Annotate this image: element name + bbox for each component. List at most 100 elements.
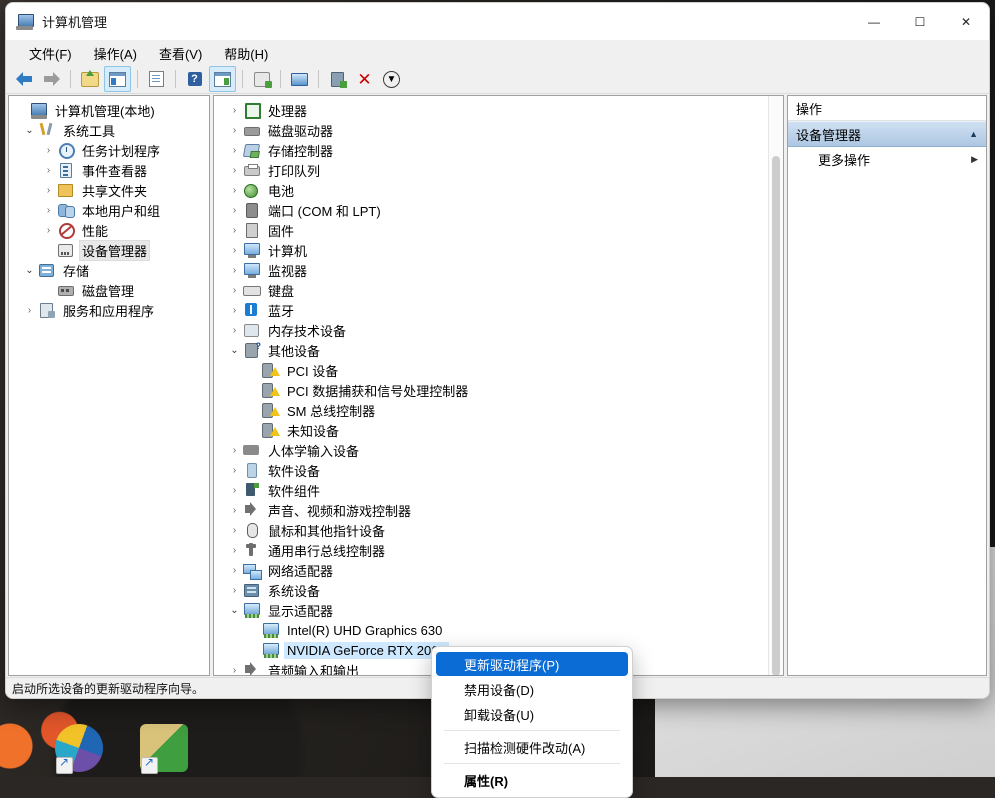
menu-view[interactable]: 查看(V) <box>148 42 213 65</box>
tree-item-性能[interactable]: ›性能 <box>9 220 209 240</box>
tree-item-sm-总线控制器[interactable]: SM 总线控制器 <box>214 400 767 420</box>
chevron-right-icon[interactable]: › <box>226 485 243 496</box>
uninstall-device-button[interactable]: ✕ <box>352 67 377 91</box>
tree-item-固件[interactable]: ›固件 <box>214 220 767 240</box>
chevron-right-icon[interactable]: › <box>40 205 57 216</box>
chevron-right-icon[interactable]: › <box>226 305 243 316</box>
tree-item-磁盘管理[interactable]: 磁盘管理 <box>9 280 209 300</box>
menu-file[interactable]: 文件(F) <box>18 42 83 65</box>
chevron-right-icon[interactable]: › <box>226 205 243 216</box>
menu-help[interactable]: 帮助(H) <box>213 42 279 65</box>
scan-hardware-changes-button[interactable] <box>287 67 312 91</box>
chevron-right-icon[interactable]: › <box>226 585 243 596</box>
chevron-down-icon[interactable]: ⌄ <box>226 605 243 616</box>
help-button[interactable]: ? <box>182 67 207 91</box>
chevron-right-icon[interactable]: › <box>226 245 243 256</box>
tree-item-打印队列[interactable]: ›打印队列 <box>214 160 767 180</box>
tree-item-系统设备[interactable]: ›系统设备 <box>214 580 767 600</box>
tree-item-监视器[interactable]: ›监视器 <box>214 260 767 280</box>
folder-up-icon <box>81 72 99 87</box>
scrollbar-thumb[interactable] <box>772 156 780 676</box>
chevron-right-icon[interactable]: › <box>226 225 243 236</box>
chevron-down-icon[interactable]: ⌄ <box>21 125 38 136</box>
tree-item-通用串行总线控制器[interactable]: ›通用串行总线控制器 <box>214 540 767 560</box>
tree-item-服务和应用程序[interactable]: ›服务和应用程序 <box>9 300 209 320</box>
tree-item-声音-视频和游戏控制器[interactable]: ›声音、视频和游戏控制器 <box>214 500 767 520</box>
tree-item-计算机[interactable]: ›计算机 <box>214 240 767 260</box>
chevron-right-icon[interactable]: › <box>40 225 57 236</box>
tree-item-鼠标和其他指针设备[interactable]: ›鼠标和其他指针设备 <box>214 520 767 540</box>
chevron-right-icon[interactable]: › <box>40 185 57 196</box>
tree-item-内存技术设备[interactable]: ›内存技术设备 <box>214 320 767 340</box>
tree-item-系统工具[interactable]: ⌄系统工具 <box>9 120 209 140</box>
chevron-down-icon[interactable]: ⌄ <box>226 345 243 356</box>
tree-item-处理器[interactable]: ›处理器 <box>214 100 767 120</box>
tree-item-电池[interactable]: ›电池 <box>214 180 767 200</box>
tree-item-磁盘驱动器[interactable]: ›磁盘驱动器 <box>214 120 767 140</box>
up-one-level-button[interactable] <box>77 67 102 91</box>
tree-item-蓝牙[interactable]: ›蓝牙 <box>214 300 767 320</box>
ctx-properties[interactable]: 属性(R) <box>436 768 628 792</box>
display-adapter-icon <box>243 602 261 618</box>
chevron-right-icon[interactable]: › <box>226 525 243 536</box>
tree-item-共享文件夹[interactable]: ›共享文件夹 <box>9 180 209 200</box>
actions-item-more-actions[interactable]: 更多操作 ▶ <box>788 147 986 171</box>
chevron-down-icon[interactable]: ⌄ <box>21 265 38 276</box>
show-hide-action-pane-button[interactable] <box>209 66 236 92</box>
chevron-right-icon[interactable]: › <box>226 545 243 556</box>
forward-button[interactable] <box>39 67 64 91</box>
tree-item-本地用户和组[interactable]: ›本地用户和组 <box>9 200 209 220</box>
tree-item-任务计划程序[interactable]: ›任务计划程序 <box>9 140 209 160</box>
tree-item-设备管理器[interactable]: 设备管理器 <box>9 240 209 260</box>
show-hide-console-tree-button[interactable] <box>104 66 131 92</box>
tree-item-软件设备[interactable]: ›软件设备 <box>214 460 767 480</box>
tree-item-存储[interactable]: ⌄存储 <box>9 260 209 280</box>
tree-item-pci-数据捕获和信号处理控制器[interactable]: PCI 数据捕获和信号处理控制器 <box>214 380 767 400</box>
maximize-button[interactable]: ☐ <box>897 3 943 40</box>
tree-item-显示适配器[interactable]: ⌄显示适配器 <box>214 600 767 620</box>
chevron-right-icon[interactable]: › <box>226 465 243 476</box>
tree-item-端口-com-和-lpt-[interactable]: ›端口 (COM 和 LPT) <box>214 200 767 220</box>
properties-button[interactable] <box>144 67 169 91</box>
tree-item-intel-r-uhd-graphics-630[interactable]: Intel(R) UHD Graphics 630 <box>214 620 767 640</box>
ctx-uninstall-device[interactable]: 卸载设备(U) <box>436 702 628 726</box>
chevron-right-icon[interactable]: › <box>226 145 243 156</box>
actions-group-device-manager[interactable]: 设备管理器 ▲ <box>788 121 986 147</box>
ctx-update-driver[interactable]: 更新驱动程序(P) <box>436 652 628 676</box>
enable-device-button[interactable] <box>325 67 350 91</box>
minimize-button[interactable]: — <box>851 3 897 40</box>
device-tree-scrollbar[interactable] <box>768 96 783 675</box>
chevron-right-icon[interactable]: › <box>40 165 57 176</box>
chevron-right-icon[interactable]: › <box>21 305 38 316</box>
desktop-icon-orange[interactable] <box>0 722 34 770</box>
ctx-disable-device[interactable]: 禁用设备(D) <box>436 677 628 701</box>
download-button[interactable]: ▼ <box>379 67 404 91</box>
chevron-right-icon[interactable]: › <box>226 505 243 516</box>
menu-action[interactable]: 操作(A) <box>83 42 148 65</box>
chevron-right-icon[interactable]: › <box>40 145 57 156</box>
tree-item-事件查看器[interactable]: ›事件查看器 <box>9 160 209 180</box>
chevron-right-icon[interactable]: › <box>226 105 243 116</box>
tree-item-人体学输入设备[interactable]: ›人体学输入设备 <box>214 440 767 460</box>
chevron-right-icon[interactable]: › <box>226 265 243 276</box>
chevron-right-icon[interactable]: › <box>226 665 243 676</box>
tree-item-键盘[interactable]: ›键盘 <box>214 280 767 300</box>
chevron-right-icon[interactable]: › <box>226 165 243 176</box>
chevron-right-icon[interactable]: › <box>226 445 243 456</box>
update-driver-button[interactable] <box>249 67 274 91</box>
tree-item-存储控制器[interactable]: ›存储控制器 <box>214 140 767 160</box>
close-button[interactable]: ✕ <box>943 3 989 40</box>
ctx-scan-hardware-changes[interactable]: 扫描检测硬件改动(A) <box>436 735 628 759</box>
chevron-right-icon[interactable]: › <box>226 125 243 136</box>
chevron-right-icon[interactable]: › <box>226 285 243 296</box>
back-button[interactable] <box>12 67 37 91</box>
chevron-right-icon[interactable]: › <box>226 185 243 196</box>
tree-item-网络适配器[interactable]: ›网络适配器 <box>214 560 767 580</box>
tree-item-未知设备[interactable]: 未知设备 <box>214 420 767 440</box>
tree-item-其他设备[interactable]: ⌄其他设备 <box>214 340 767 360</box>
tree-item-计算机管理-本地-[interactable]: 计算机管理(本地) <box>9 100 209 120</box>
tree-item-软件组件[interactable]: ›软件组件 <box>214 480 767 500</box>
chevron-right-icon[interactable]: › <box>226 325 243 336</box>
tree-item-pci-设备[interactable]: PCI 设备 <box>214 360 767 380</box>
chevron-right-icon[interactable]: › <box>226 565 243 576</box>
